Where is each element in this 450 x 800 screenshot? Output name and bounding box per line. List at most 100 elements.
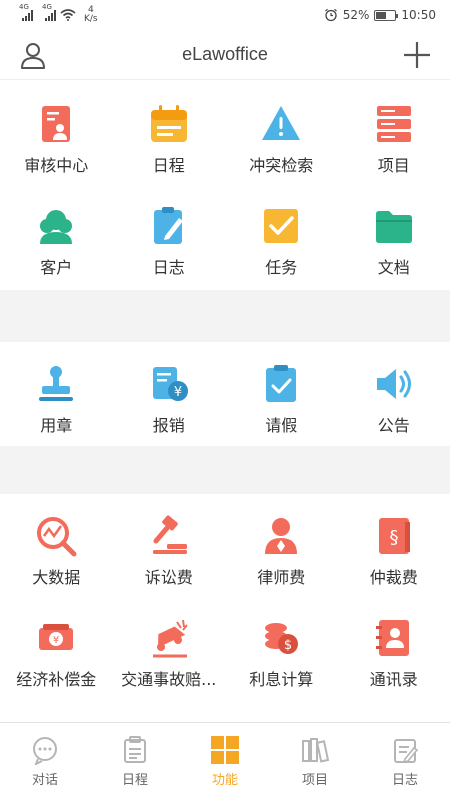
clock: 10:50 [401,8,436,22]
stamp-icon [39,366,74,401]
log-icon [394,739,419,764]
leave-icon [266,365,297,402]
feature-item-leave[interactable]: 请假 [225,342,338,444]
feature-item-law-book[interactable]: § 仲裁费 [338,494,450,596]
feature-item-clipboard-pen[interactable]: 日志 [113,184,226,286]
server-icon [376,106,411,142]
plus-icon[interactable] [402,40,432,70]
status-bar: 4G 4G 4 K/s 52% 10:50 [0,0,450,30]
feature-label: 通讯录 [369,670,418,689]
feature-item-money[interactable]: ¥ 经济补偿金 [0,596,113,698]
status-left: 4G 4G 4 K/s [19,3,98,24]
feature-label: 冲突检索 [249,156,314,175]
feature-item-review[interactable]: 审核中心 [0,82,113,184]
feature-item-reimburse[interactable]: ¥ 报销 [113,342,226,444]
svg-text:¥: ¥ [174,385,182,400]
feature-label: 仲裁费 [369,568,418,587]
svg-text:$: $ [284,638,292,653]
feature-item-car-accident[interactable]: 交通事故赔... [113,596,226,698]
tab-chat[interactable]: 对话 [0,723,90,800]
tab-label: 日志 [391,773,418,788]
books-icon [302,738,330,763]
folder-icon [375,211,412,243]
tab-grid[interactable]: 功能 [180,723,270,800]
feature-label: 日程 [152,156,185,175]
feature-item-client[interactable]: 客户 [0,184,113,286]
calculator-tools-grid: 大数据 诉讼费 律师费 § 仲裁费 ¥ 经济补偿金 交通事故赔... $ 利息计算 通讯录 [0,494,450,698]
feature-item-calendar[interactable]: 日程 [113,82,226,184]
svg-text:¥: ¥ [53,635,59,646]
calendar-icon [150,105,187,142]
feature-label: 利息计算 [249,670,314,689]
signal-icon: 4G [42,3,56,21]
feature-label: 报销 [152,416,185,435]
feature-label: 用章 [40,416,73,435]
clipboard-pen-icon [153,207,183,244]
chat-icon [33,737,57,765]
feature-item-server[interactable]: 项目 [338,82,450,184]
schedule-icon [124,736,146,763]
tab-label: 项目 [301,773,328,788]
feature-label: 大数据 [32,568,81,587]
feature-label: 请假 [265,416,298,435]
feature-label: 交通事故赔... [121,670,217,689]
feature-label: 公告 [377,416,410,435]
feature-label: 诉讼费 [144,568,193,587]
feature-item-stamp[interactable]: 用章 [0,342,113,444]
signal-icon: 4G [19,3,33,21]
bottom-tab-bar: 对话 日程 功能 项目 日志 [0,722,450,800]
money-icon: ¥ [39,624,74,650]
checkbox-icon [264,209,299,243]
grid-icon [211,736,239,764]
lawyer-icon [265,518,298,554]
app-title: eLawoffice [182,44,268,64]
app-header: eLawoffice [0,30,450,80]
warning-icon [262,106,301,140]
feature-item-gavel[interactable]: 诉讼费 [113,494,226,596]
feature-label: 审核中心 [24,156,89,175]
user-icon[interactable] [18,40,48,70]
feature-item-folder[interactable]: 文档 [338,184,450,286]
car-accident-icon [152,619,188,658]
status-right: 52% 10:50 [324,8,436,22]
net-speed: 4 K/s [84,5,98,24]
feature-label: 客户 [40,258,73,277]
law-book-icon: § [378,518,410,554]
tab-schedule[interactable]: 日程 [90,723,180,800]
section-divider [0,446,450,494]
gavel-icon [152,515,187,554]
contacts-icon [375,620,409,656]
feature-item-chart-search[interactable]: 大数据 [0,494,113,596]
feature-item-coins[interactable]: $ 利息计算 [225,596,338,698]
feature-item-speaker[interactable]: 公告 [338,342,450,444]
feature-label: 任务 [265,258,298,277]
feature-item-contacts[interactable]: 通讯录 [338,596,450,698]
chart-search-icon [37,517,77,557]
reimburse-icon: ¥ [152,367,188,401]
tab-label: 对话 [31,773,58,788]
svg-text:§: § [389,527,398,548]
battery-icon [374,9,399,21]
wifi-icon [60,9,76,21]
feature-label: 项目 [377,156,410,175]
coins-icon: $ [265,623,299,654]
alarm-icon [324,8,337,22]
feature-label: 经济补偿金 [16,670,97,689]
feature-item-lawyer[interactable]: 律师费 [225,494,338,596]
battery-percent: 52% [342,8,370,22]
admin-features-grid: 用章 ¥ 报销 请假 公告 [0,342,450,444]
tab-label: 日程 [121,773,148,788]
tab-log[interactable]: 日志 [360,723,450,800]
feature-label: 日志 [152,258,185,277]
section-divider [0,290,450,342]
main-features-grid: 审核中心 日程 冲突检索 项目客户 日志 任务 文档 [0,82,450,286]
feature-label: 文档 [377,258,410,277]
feature-item-checkbox[interactable]: 任务 [225,184,338,286]
client-icon [40,210,73,244]
tab-books[interactable]: 项目 [270,723,360,800]
tab-label: 功能 [211,773,238,788]
feature-label: 律师费 [257,568,306,587]
speaker-icon [376,369,411,399]
review-icon [42,106,71,142]
feature-item-warning[interactable]: 冲突检索 [225,82,338,184]
